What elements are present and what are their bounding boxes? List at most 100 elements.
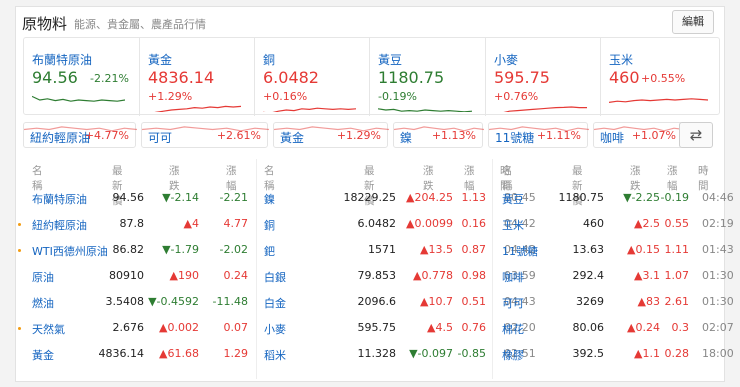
quote-name[interactable]: 咖啡 — [502, 269, 524, 285]
card-change: -0.19% — [378, 90, 417, 103]
column-divider — [492, 159, 493, 379]
chip-name[interactable]: 黃金 — [280, 129, 304, 146]
quote-pct: 4.77 — [223, 217, 249, 230]
chip-name[interactable]: 鎳 — [400, 129, 412, 146]
quote-row[interactable]: 小麥 595.75 ▲4.5 0.76 02:20 — [256, 315, 536, 341]
quote-price: 6.0482 — [357, 217, 397, 230]
quote-name[interactable]: 鈀 — [264, 243, 275, 259]
quote-name[interactable]: 白金 — [264, 295, 286, 311]
quote-change: ▲4 — [183, 217, 199, 230]
quote-row[interactable]: 白銀 79.853 ▲0.778 0.98 03:59 — [256, 263, 536, 289]
quote-price: 86.82 — [112, 243, 145, 256]
quote-time: 02:19 — [702, 217, 734, 230]
quote-pct: 2.61 — [664, 295, 690, 308]
quote-row[interactable]: 原油 80910 ▲190 0.24 — [24, 263, 254, 289]
chip-name[interactable]: 11號糖 — [495, 129, 534, 146]
quote-row[interactable]: 布蘭特原油 94.56 ▼-2.14 -2.21 — [24, 185, 254, 211]
quote-pct: -0.19 — [660, 191, 689, 204]
quote-price: 80.06 — [572, 321, 605, 334]
quote-name[interactable]: 黃金 — [32, 347, 54, 363]
quote-row[interactable]: WTI西德州原油 86.82 ▼-1.79 -2.02 — [18, 237, 254, 263]
quote-row[interactable]: 黃豆 1180.75 ▼-2.25 -0.19 04:46 — [494, 185, 734, 211]
column-divider — [256, 159, 257, 379]
highlight-dot — [18, 223, 21, 226]
chip-name[interactable]: 可可 — [148, 129, 172, 146]
commodity-card[interactable]: 小麥 595.75 +0.76% — [485, 38, 600, 116]
commodity-card[interactable]: 布蘭特原油 94.56 -2.21% — [24, 38, 139, 116]
card-name[interactable]: 銅 — [263, 51, 275, 68]
quote-row[interactable]: 紐約輕原油 87.8 ▲4 4.77 — [18, 211, 254, 237]
quote-price: 2.676 — [112, 321, 145, 334]
quote-row[interactable]: 銅 6.0482 ▲0.0099 0.16 04:42 — [256, 211, 536, 237]
card-name[interactable]: 黃豆 — [378, 51, 402, 68]
quote-name[interactable]: 11號糖 — [502, 243, 538, 259]
quote-name[interactable]: 小麥 — [264, 321, 286, 337]
quote-name[interactable]: 紐約輕原油 — [32, 217, 87, 233]
quote-row[interactable]: 橡膠 392.5 ▲1.1 0.28 18:00 — [494, 341, 734, 367]
quote-price: 94.56 — [112, 191, 145, 204]
quote-price: 87.8 — [119, 217, 145, 230]
sparkline-chart — [154, 105, 241, 112]
quote-change: ▲10.7 — [420, 295, 453, 308]
highlight-dot — [18, 327, 21, 330]
card-name[interactable]: 黃金 — [148, 51, 172, 68]
quote-price: 3269 — [576, 295, 604, 308]
quote-row[interactable]: 棉花 80.06 ▲0.24 0.3 02:07 — [494, 315, 734, 341]
quote-pct: -11.48 — [212, 295, 248, 308]
commodity-card[interactable]: 黃豆 1180.75 -0.19% — [369, 38, 485, 116]
card-name[interactable]: 布蘭特原油 — [32, 51, 92, 68]
quote-name[interactable]: 原油 — [32, 269, 54, 285]
quote-row[interactable]: 白金 2096.6 ▲10.7 0.51 04:43 — [256, 289, 536, 315]
mover-chip[interactable]: 咖啡 +1.07% — [593, 122, 684, 148]
quote-name[interactable]: 玉米 — [502, 217, 524, 233]
quote-change: ▲4.5 — [427, 321, 453, 334]
mover-chip[interactable]: 鎳 +1.13% — [393, 122, 484, 148]
quote-row[interactable]: 黃金 4836.14 ▲61.68 1.29 — [24, 341, 254, 367]
quote-time: 02:07 — [702, 321, 734, 334]
mover-chip[interactable]: 黃金 +1.29% — [273, 122, 389, 148]
quote-name[interactable]: WTI西德州原油 — [32, 243, 108, 259]
quote-name[interactable]: 銅 — [264, 217, 275, 233]
quote-name[interactable]: 天然氣 — [32, 321, 65, 337]
commodity-card[interactable]: 銅 6.0482 +0.16% — [254, 38, 369, 116]
commodity-card[interactable]: 玉米 460 +0.55% — [600, 38, 721, 116]
quote-row[interactable]: 鈀 1571 ▲13.5 0.87 04:42 — [256, 237, 536, 263]
quote-row[interactable]: 11號糖 13.63 ▲0.15 1.11 01:43 — [494, 237, 734, 263]
chip-name[interactable]: 咖啡 — [600, 129, 624, 146]
chip-name[interactable]: 紐約輕原油 — [30, 129, 90, 146]
quote-change: ▲13.5 — [420, 243, 453, 256]
commodity-card[interactable]: 黃金 4836.14 +1.29% — [139, 38, 254, 116]
card-name[interactable]: 小麥 — [494, 51, 518, 68]
card-price: 595.75 — [494, 68, 550, 87]
quote-row[interactable]: 鎳 18229.25 ▲204.25 1.13 00:45 — [256, 185, 536, 211]
quote-name[interactable]: 布蘭特原油 — [32, 191, 87, 207]
quote-name[interactable]: 鎳 — [264, 191, 275, 207]
chip-change: +4.77% — [84, 129, 129, 142]
mover-chip[interactable]: 11號糖 +1.11% — [488, 122, 589, 148]
quote-name[interactable]: 可可 — [502, 295, 524, 311]
quote-change: ▲204.25 — [406, 191, 453, 204]
quote-row[interactable]: 咖啡 292.4 ▲3.1 1.07 01:30 — [494, 263, 734, 289]
quote-row[interactable]: 玉米 460 ▲2.5 0.55 02:19 — [494, 211, 734, 237]
quote-row[interactable]: 可可 3269 ▲83 2.61 01:30 — [494, 289, 734, 315]
quote-change: ▼-0.4592 — [148, 295, 199, 308]
swap-icon[interactable]: ⇄ — [679, 122, 713, 148]
quote-pct: 1.13 — [461, 191, 487, 204]
quote-name[interactable]: 棉花 — [502, 321, 524, 337]
quote-row[interactable]: 稻米 11.328 ▼-0.097 -0.85 02:51 — [256, 341, 536, 367]
quote-name[interactable]: 橡膠 — [502, 347, 524, 363]
quote-change: ▲0.002 — [159, 321, 199, 334]
quote-name[interactable]: 白銀 — [264, 269, 286, 285]
mover-chip[interactable]: 紐約輕原油 +4.77% — [23, 122, 137, 148]
quote-name[interactable]: 燃油 — [32, 295, 54, 311]
quote-name[interactable]: 黃豆 — [502, 191, 524, 207]
card-name[interactable]: 玉米 — [609, 51, 633, 68]
quote-row[interactable]: 天然氣 2.676 ▲0.002 0.07 — [18, 315, 254, 341]
quote-time: 01:30 — [702, 269, 734, 282]
quote-price: 80910 — [109, 269, 144, 282]
quote-row[interactable]: 燃油 3.5408 ▼-0.4592 -11.48 — [24, 289, 254, 315]
edit-button[interactable]: 編輯 — [672, 10, 714, 34]
quote-price: 292.4 — [572, 269, 605, 282]
quote-name[interactable]: 稻米 — [264, 347, 286, 363]
mover-chip[interactable]: 可可 +2.61% — [141, 122, 269, 148]
